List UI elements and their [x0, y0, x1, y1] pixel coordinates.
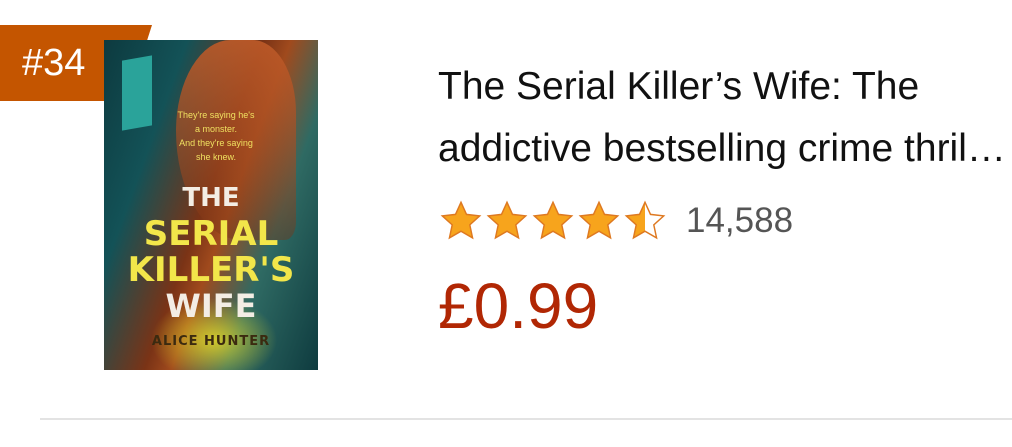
cover-title-line: SERIAL: [143, 214, 279, 254]
product-details: The Serial Killer’s Wife: The addictive …: [438, 56, 1012, 342]
product-list-item[interactable]: #34 They're saying he's a monster. And t…: [0, 0, 1012, 447]
star-full-icon: [532, 200, 574, 240]
price: £0.99: [438, 270, 599, 342]
cover-author: ALICE HUNTER: [151, 334, 271, 349]
product-title-link[interactable]: The Serial Killer’s Wife: The addictive …: [438, 56, 1012, 180]
star-rating[interactable]: [438, 199, 668, 243]
star-full-icon: [578, 200, 620, 240]
star-full-icon: [486, 200, 528, 240]
cover-tagline: They're saying he's a monster. And they'…: [177, 110, 255, 162]
cover-corner-tag: [122, 55, 152, 131]
star-full-icon: [440, 200, 482, 240]
rank-label: #34: [22, 42, 86, 84]
review-count-link[interactable]: 14,588: [686, 199, 793, 243]
cover-title-line: THE: [182, 183, 240, 213]
rating-row[interactable]: 14,588: [438, 198, 793, 244]
book-cover-image[interactable]: They're saying he's a monster. And they'…: [104, 40, 318, 370]
cover-title-line: WIFE: [165, 287, 257, 325]
cover-title-line: KILLER'S: [127, 250, 295, 290]
star-half-icon: [624, 200, 666, 240]
list-divider: [40, 418, 1012, 420]
cover-title: THE SERIAL KILLER'S WIFE: [104, 180, 318, 324]
